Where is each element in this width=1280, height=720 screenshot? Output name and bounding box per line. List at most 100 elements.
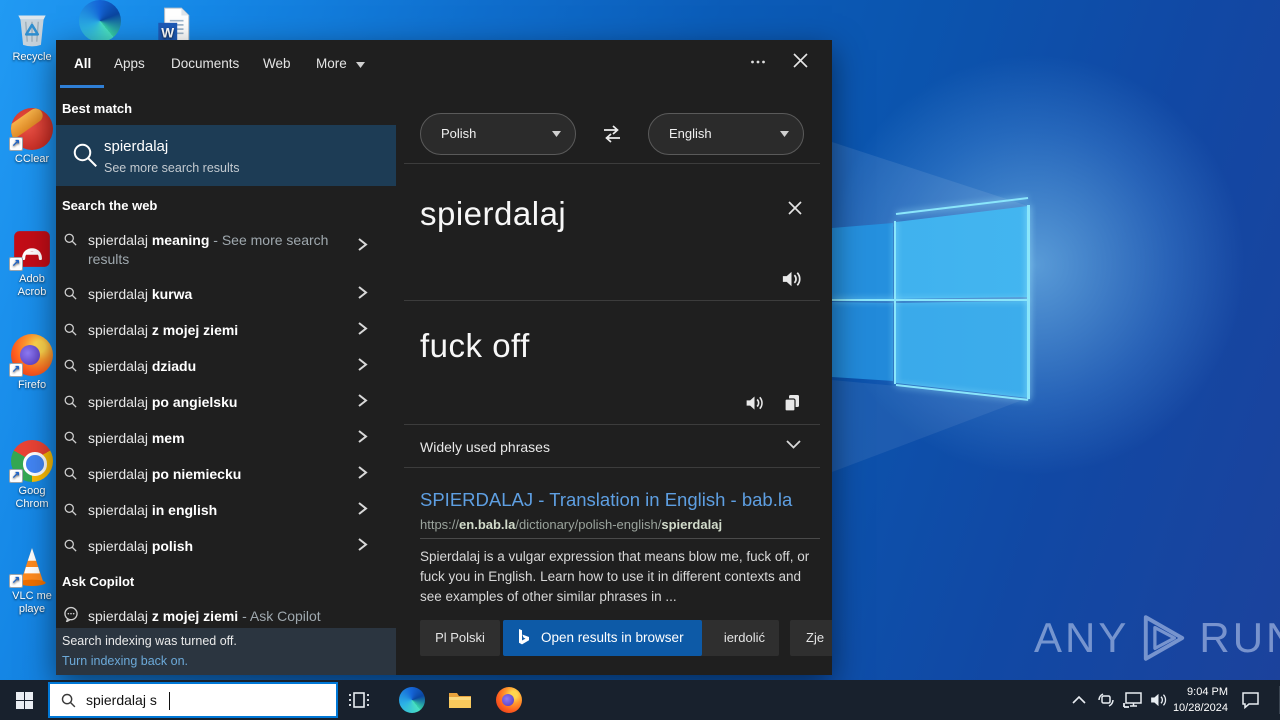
tray-date: 10/28/2024 xyxy=(1172,702,1228,714)
desktop-icon-adobe-acrobat[interactable]: ↗ Adob Acrob xyxy=(4,228,60,299)
web-suggestion[interactable]: spierdalaj meaning - See more search res… xyxy=(56,222,396,272)
svg-text:W: W xyxy=(161,26,174,41)
caret-down-icon xyxy=(780,131,789,137)
tray-show-hidden-icons[interactable] xyxy=(1072,695,1086,704)
speak-output-icon[interactable] xyxy=(744,393,765,413)
chevron-down-icon[interactable] xyxy=(786,440,801,449)
windows-logo-edge xyxy=(832,299,1028,301)
web-suggestion[interactable]: spierdalaj in english xyxy=(56,492,396,528)
search-icon xyxy=(63,358,78,373)
anyrun-watermark: ANY RUN xyxy=(1034,612,1280,664)
desktop-icon-label: VLC me playe xyxy=(12,590,52,615)
windows-logo-edge xyxy=(895,197,1029,215)
desktop: ANY RUN Recycle ↗ CClear xyxy=(0,0,1280,720)
chevron-right-icon[interactable] xyxy=(357,502,368,515)
desktop-icon-vlc[interactable]: ↗ VLC me playe xyxy=(4,545,60,616)
vlc-icon: ↗ xyxy=(9,545,53,588)
related-button-polski[interactable]: Pl Polski xyxy=(420,620,500,656)
source-language-select[interactable]: Polish xyxy=(420,113,576,155)
chevron-right-icon[interactable] xyxy=(357,286,368,299)
target-language-select[interactable]: English xyxy=(648,113,804,155)
shortcut-arrow-icon: ↗ xyxy=(9,574,23,588)
windows-logo-edge xyxy=(895,384,1029,401)
chevron-right-icon[interactable] xyxy=(357,538,368,551)
bing-icon xyxy=(519,629,529,645)
ellipsis-menu-icon[interactable] xyxy=(750,54,766,70)
chevron-right-icon[interactable] xyxy=(357,430,368,443)
task-view-button[interactable] xyxy=(347,688,373,714)
indexing-banner: Search indexing was turned off. Turn ind… xyxy=(56,628,396,675)
search-icon xyxy=(63,394,78,409)
desktop-icon-label: CClear xyxy=(14,153,50,165)
chevron-right-icon[interactable] xyxy=(357,358,368,371)
tab-more[interactable]: More xyxy=(316,56,365,71)
widely-used-phrases-label: Widely used phrases xyxy=(420,439,550,455)
desktop-icon-firefox[interactable]: ↗ Firefo xyxy=(4,334,60,392)
translation-output-text: fuck off xyxy=(420,327,530,364)
web-suggestion[interactable]: spierdalaj kurwa xyxy=(56,276,396,312)
desktop-icon-recycle-bin[interactable]: Recycle xyxy=(4,6,60,64)
indexing-banner-link[interactable]: Turn indexing back on. xyxy=(62,654,188,668)
taskbar: spierdalaj s 9:04 PM 10/28/2024 xyxy=(0,680,1280,720)
caret-down-icon xyxy=(355,62,365,68)
search-web-header: Search the web xyxy=(62,198,158,213)
search-icon xyxy=(60,692,77,709)
desktop-icon-label: Firefo xyxy=(17,379,47,391)
tab-documents[interactable]: Documents xyxy=(171,56,239,71)
result-link-title[interactable]: SPIERDALAJ - Translation in English - ba… xyxy=(420,489,792,511)
web-suggestion[interactable]: spierdalaj polish xyxy=(56,528,396,564)
desktop-icon-label: Adob Acrob xyxy=(17,273,47,298)
action-center-icon[interactable] xyxy=(1240,690,1261,710)
search-input-value: spierdalaj s xyxy=(86,692,157,708)
copy-icon[interactable] xyxy=(782,392,802,413)
tray-time: 9:04 PM xyxy=(1187,686,1228,698)
recycle-bin-icon xyxy=(11,6,53,48)
start-button[interactable] xyxy=(0,680,48,720)
indexing-banner-text: Search indexing was turned off. xyxy=(62,634,237,648)
search-icon xyxy=(63,232,78,247)
swap-languages-icon[interactable] xyxy=(600,123,624,145)
taskbar-search-box[interactable]: spierdalaj s xyxy=(48,682,338,718)
tray-screen-capture-icon[interactable] xyxy=(1096,691,1116,709)
search-icon xyxy=(63,538,78,553)
web-suggestion[interactable]: spierdalaj z mojej ziemi xyxy=(56,312,396,348)
result-description: Spierdalaj is a vulgar expression that m… xyxy=(420,549,810,604)
chat-bubble-icon xyxy=(63,606,79,622)
chevron-right-icon[interactable] xyxy=(357,394,368,407)
related-button-zje[interactable]: Zje xyxy=(790,620,832,656)
chevron-right-icon[interactable] xyxy=(357,322,368,335)
taskbar-edge-button[interactable] xyxy=(399,687,425,713)
web-suggestion[interactable]: spierdalaj dziadu xyxy=(56,348,396,384)
clear-input-icon[interactable] xyxy=(786,199,804,217)
taskbar-file-explorer-button[interactable] xyxy=(447,687,473,713)
taskbar-firefox-button[interactable] xyxy=(496,687,522,713)
web-suggestion[interactable]: spierdalaj po niemiecku xyxy=(56,456,396,492)
best-match-header: Best match xyxy=(62,101,133,116)
firefox-icon: ↗ xyxy=(9,334,53,377)
search-icon xyxy=(63,466,78,481)
tray-clock[interactable]: 9:04 PM 10/28/2024 xyxy=(1163,684,1228,716)
ccleaner-icon: ↗ xyxy=(9,108,53,151)
close-icon[interactable] xyxy=(792,52,809,69)
windows-start-icon xyxy=(15,691,33,709)
translation-input-text[interactable]: spierdalaj xyxy=(420,195,566,233)
web-suggestion[interactable]: spierdalaj po angielsku xyxy=(56,384,396,420)
desktop-icon-edge[interactable] xyxy=(72,0,128,45)
desktop-icon-google-chrome[interactable]: ↗ Goog Chrom xyxy=(4,440,60,511)
tab-apps[interactable]: Apps xyxy=(114,56,145,71)
desktop-icon-label: Goog Chrom xyxy=(15,485,49,510)
desktop-icon-ccleaner[interactable]: ↗ CClear xyxy=(4,108,60,166)
tray-network-icon[interactable] xyxy=(1122,691,1144,709)
open-results-in-browser-button[interactable]: Open results in browser xyxy=(503,620,702,656)
text-cursor xyxy=(169,692,170,710)
best-match-result[interactable]: spierdalaj See more search results xyxy=(56,125,396,186)
tab-all[interactable]: All xyxy=(74,56,91,71)
web-suggestion[interactable]: spierdalaj mem xyxy=(56,420,396,456)
chevron-right-icon[interactable] xyxy=(357,238,368,251)
chevron-right-icon[interactable] xyxy=(357,466,368,479)
tab-web[interactable]: Web xyxy=(263,56,291,71)
divider xyxy=(404,424,820,425)
speak-input-icon[interactable] xyxy=(780,268,803,290)
ask-copilot-header: Ask Copilot xyxy=(62,574,135,589)
edge-icon xyxy=(79,0,121,42)
